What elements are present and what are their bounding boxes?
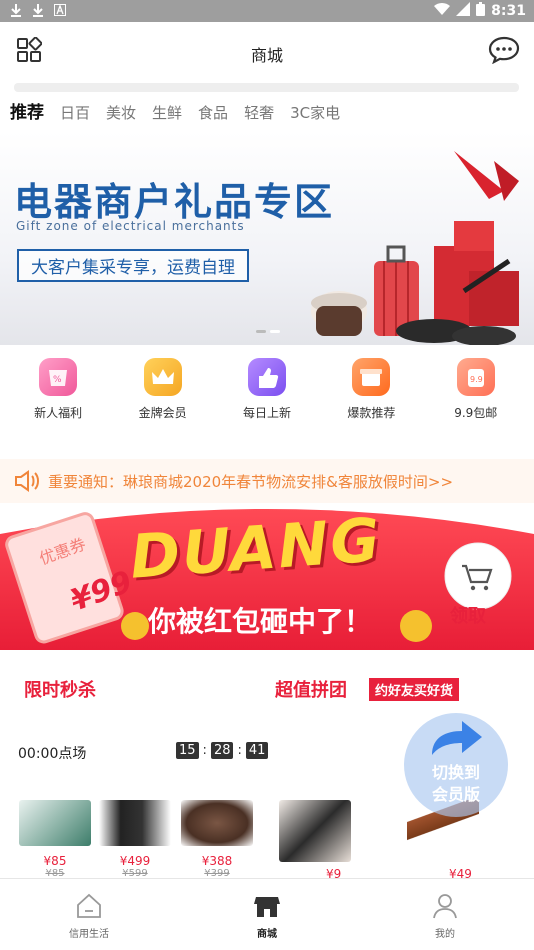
promo-banner[interactable]: 电器商户礼品专区 Gift zone of electrical merchan…: [0, 131, 534, 345]
category-tabs: 推荐 日百 美妆 生鲜 食品 轻奢 3C家电: [0, 100, 534, 126]
gift-products-image: [311, 151, 519, 345]
app-notification-icon: [54, 4, 66, 20]
user-icon: [430, 891, 460, 921]
timer-seconds: 41: [245, 742, 269, 759]
tab-food[interactable]: 食品: [190, 100, 236, 126]
share-arrow-icon: [428, 719, 486, 763]
product-price: ¥85: [43, 854, 67, 868]
product-price: ¥388: [201, 854, 233, 868]
nav-mine[interactable]: 我的: [356, 879, 534, 950]
nav-credit-life[interactable]: 信用生活: [0, 879, 178, 950]
nav-label: 信用生活: [69, 929, 109, 940]
nav-label: 商城: [257, 929, 277, 940]
carousel-indicator: [256, 330, 280, 333]
group-buy-tag: 约好友买好货: [369, 678, 460, 701]
notice-bar[interactable]: 重要通知：琳琅商城2020年春节物流安排&客服放假时间>>: [0, 459, 534, 503]
quick-gold-member[interactable]: 金牌会员: [118, 355, 208, 425]
status-bar: 8:31: [0, 0, 534, 22]
quick-9-9-free-shipping[interactable]: 9.9 9.9包邮: [431, 355, 521, 425]
bottom-navigation: 信用生活 商城 我的: [0, 878, 534, 950]
price-tag-icon: 9.9: [456, 358, 495, 396]
group-buy-title[interactable]: 超值拼团: [275, 676, 347, 702]
banner-note: 大客户集采专享，运费自理: [17, 249, 249, 282]
quick-hot-recommend[interactable]: 爆款推荐: [326, 355, 416, 425]
carousel-dot[interactable]: [256, 330, 266, 333]
signal-icon: [456, 2, 471, 20]
product-image: [279, 800, 351, 862]
home-icon: [74, 891, 104, 921]
notice-text: 重要通知：琳琅商城2020年春节物流安排&客服放假时间>>: [48, 473, 454, 491]
tab-electronics[interactable]: 3C家电: [282, 100, 348, 126]
clock: 8:31: [491, 3, 526, 19]
shop-box-icon: [352, 358, 391, 396]
timer-minutes: 28: [210, 742, 234, 759]
message-icon[interactable]: [488, 36, 520, 65]
timer-hours: 15: [176, 742, 199, 759]
carousel-dot-active[interactable]: [270, 330, 280, 333]
page-title: 商城: [250, 46, 283, 65]
banner-subtitle: Gift zone of electrical merchants: [16, 219, 245, 233]
banner-title: 电器商户礼品专区: [14, 180, 335, 224]
svg-text:9.9: 9.9: [470, 375, 483, 384]
quick-new-user-welfare[interactable]: % 新人福利: [13, 355, 103, 425]
battery-icon: [476, 2, 486, 20]
download-icon: [32, 3, 44, 21]
new-thumbs-up-icon: [247, 358, 286, 396]
product-card[interactable]: ¥85 ¥85: [16, 800, 94, 879]
tab-daily[interactable]: 日百: [52, 100, 98, 126]
nav-mall[interactable]: 商城: [178, 879, 356, 950]
promo-message: 你被红包砸中了！: [148, 605, 373, 638]
quick-daily-new[interactable]: 每日上新: [222, 355, 312, 425]
flash-sale-round: 00:00点场: [18, 746, 87, 762]
tab-recommend[interactable]: 推荐: [0, 100, 52, 126]
store-icon: [252, 891, 282, 921]
product-card[interactable]: ¥388 ¥399: [178, 800, 256, 879]
switch-to-member-button[interactable]: 切换到 会员版: [404, 713, 508, 817]
tab-luxury[interactable]: 轻奢: [236, 100, 282, 126]
cart-icon[interactable]: [445, 544, 511, 610]
tab-fresh[interactable]: 生鲜: [144, 100, 190, 126]
search-bar[interactable]: [14, 83, 519, 92]
flash-sale-title[interactable]: 限时秒杀: [24, 676, 96, 702]
download-icon: [10, 3, 22, 21]
speaker-icon: [14, 470, 40, 496]
tab-beauty[interactable]: 美妆: [98, 100, 144, 126]
top-header: 商城: [0, 22, 534, 82]
quick-entry-grid: % 新人福利 金牌会员 每日上新 爆款推荐 9.9 9.9包邮: [0, 355, 534, 425]
discount-bag-icon: %: [39, 358, 78, 396]
wifi-icon: [434, 2, 451, 20]
red-packet-promo[interactable]: 优惠券 ¥99 DUANG 你被红包砸中了！ 领取: [0, 504, 534, 650]
product-image: [19, 800, 91, 846]
nav-label: 我的: [435, 929, 455, 940]
product-image: [99, 800, 171, 846]
product-price: ¥499: [119, 854, 151, 868]
crown-icon: [143, 358, 182, 396]
product-card[interactable]: [276, 800, 354, 870]
product-card[interactable]: ¥499 ¥599: [96, 800, 174, 879]
product-image: [181, 800, 253, 846]
countdown-timer: 15 : 28 : 41: [176, 742, 269, 759]
svg-text:%: %: [53, 375, 62, 385]
